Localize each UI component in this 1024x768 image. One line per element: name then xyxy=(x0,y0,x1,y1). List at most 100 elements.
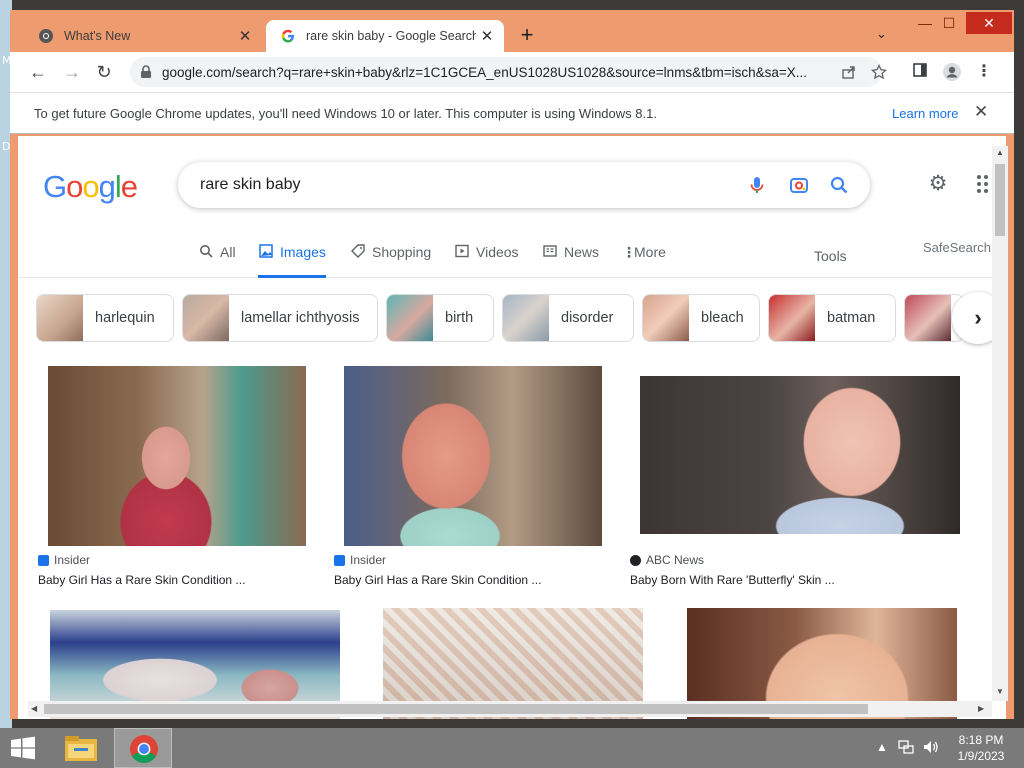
share-icon[interactable] xyxy=(840,64,858,82)
play-icon xyxy=(454,244,470,260)
chip-bleach[interactable]: bleach xyxy=(642,294,760,342)
chip-batman[interactable]: batman xyxy=(768,294,896,342)
tray-chevron-icon[interactable]: ▲ xyxy=(876,740,888,754)
start-button[interactable] xyxy=(8,728,42,768)
tab-label: News xyxy=(564,244,600,260)
safesearch-button[interactable]: SafeSearch xyxy=(923,240,991,255)
chip-label: harlequin xyxy=(95,310,155,326)
result-caption[interactable]: Baby Girl Has a Rare Skin Condition ... xyxy=(334,573,541,587)
result-image[interactable] xyxy=(48,366,306,546)
search-query[interactable]: rare skin baby xyxy=(200,176,301,194)
tab-google-search[interactable]: rare skin baby - Google Search ✕ xyxy=(266,20,504,52)
tab-title: What's New xyxy=(64,29,131,43)
source-name: Insider xyxy=(350,553,387,567)
horizontal-scroll-thumb[interactable] xyxy=(44,704,868,714)
lens-camera-icon[interactable] xyxy=(788,174,810,196)
chip-label: disorder xyxy=(561,310,614,326)
file-explorer-taskbar-button[interactable] xyxy=(60,728,102,768)
browser-toolbar: ← → ↻ google.com/search?q=rare+skin+baby… xyxy=(10,52,1014,92)
maximize-button[interactable]: ☐ xyxy=(936,12,962,34)
new-tab-button[interactable]: + xyxy=(516,24,538,46)
result-source[interactable]: Insider xyxy=(334,553,386,567)
chrome-window: What's New ✕ rare skin baby - Google Sea… xyxy=(10,10,1014,719)
side-panel-icon[interactable] xyxy=(910,62,930,82)
tab-images[interactable]: Images xyxy=(258,244,326,278)
result-caption[interactable]: Baby Girl Has a Rare Skin Condition ... xyxy=(38,573,245,587)
minimize-button[interactable]: — xyxy=(912,12,938,34)
settings-gear-icon[interactable]: ⚙ xyxy=(926,172,950,196)
tab-all[interactable]: All xyxy=(198,244,236,278)
vertical-scrollbar[interactable]: ▲ ▼ xyxy=(992,146,1008,701)
scroll-up-arrow[interactable]: ▲ xyxy=(996,148,1004,157)
horizontal-scrollbar[interactable]: ◀ ▶ xyxy=(28,701,992,717)
tab-shopping[interactable]: Shopping xyxy=(350,244,431,278)
search-type-tabs: All Images Shopping Videos News ⋮ More T… xyxy=(18,234,1006,278)
learn-more-link[interactable]: Learn more xyxy=(892,106,958,121)
result-image[interactable] xyxy=(640,376,960,534)
back-button[interactable]: ← xyxy=(26,60,50,84)
source-name: ABC News xyxy=(646,553,705,567)
google-logo[interactable]: Google xyxy=(43,169,138,205)
forward-button[interactable]: → xyxy=(60,60,84,84)
tab-title: rare skin baby - Google Search xyxy=(306,29,476,43)
infobar-message: To get future Google Chrome updates, you… xyxy=(34,106,657,121)
chip-lamellar-ichthyosis[interactable]: lamellar ichthyosis xyxy=(182,294,378,342)
chip-thumbnail xyxy=(503,295,549,341)
related-searches-chips: harlequin lamellar ichthyosis birth diso… xyxy=(18,292,1006,344)
address-bar[interactable]: google.com/search?q=rare+skin+baby&rlz=1… xyxy=(130,57,888,87)
reload-button[interactable]: ↻ xyxy=(92,60,116,84)
bookmark-star-icon[interactable] xyxy=(870,63,888,82)
chip-disorder[interactable]: disorder xyxy=(502,294,634,342)
chip-label: batman xyxy=(827,310,876,326)
chip-thumbnail xyxy=(37,295,83,341)
lock-icon xyxy=(140,65,152,79)
clock-time: 8:18 PM xyxy=(958,733,1004,747)
search-box[interactable]: rare skin baby xyxy=(178,162,870,208)
tools-button[interactable]: Tools xyxy=(814,248,847,264)
volume-icon[interactable] xyxy=(922,738,940,759)
chrome-taskbar-button[interactable] xyxy=(114,728,172,768)
microphone-icon[interactable] xyxy=(746,174,768,196)
system-clock[interactable]: 8:18 PM 1/9/2023 xyxy=(948,732,1014,764)
url-text[interactable]: google.com/search?q=rare+skin+baby&rlz=1… xyxy=(162,65,822,80)
tab-whats-new[interactable]: What's New ✕ xyxy=(24,20,262,52)
infobar-close-icon[interactable]: ✕ xyxy=(974,102,988,122)
source-name: Insider xyxy=(54,553,91,567)
tag-icon xyxy=(350,244,366,260)
chip-thumbnail xyxy=(905,295,951,341)
close-tab-icon[interactable]: ✕ xyxy=(234,27,256,45)
chrome-menu-icon[interactable]: ⋮ xyxy=(974,62,994,82)
network-icon[interactable] xyxy=(898,738,914,759)
chip-thumbnail xyxy=(643,295,689,341)
google-g-icon xyxy=(280,28,296,44)
tab-news[interactable]: News xyxy=(542,244,599,278)
google-images-page: Google rare skin baby ⚙ All Images Shopp… xyxy=(18,136,1006,719)
google-apps-icon[interactable] xyxy=(976,174,990,194)
source-favicon-icon xyxy=(630,554,641,566)
tab-label: Videos xyxy=(476,244,519,260)
close-window-button[interactable]: ✕ xyxy=(966,12,1012,34)
result-image[interactable] xyxy=(344,366,602,546)
profile-avatar-icon[interactable] xyxy=(942,62,962,82)
vertical-scroll-thumb[interactable] xyxy=(995,164,1005,236)
result-source[interactable]: ABC News xyxy=(630,553,704,567)
close-tab-icon[interactable]: ✕ xyxy=(476,27,498,45)
chip-harlequin[interactable]: harlequin xyxy=(36,294,174,342)
scroll-left-arrow[interactable]: ◀ xyxy=(31,704,37,713)
source-favicon-icon xyxy=(334,554,345,566)
result-caption[interactable]: Baby Born With Rare 'Butterfly' Skin ... xyxy=(630,573,835,587)
scroll-right-arrow[interactable]: ▶ xyxy=(978,704,984,713)
search-icon xyxy=(198,244,214,260)
chip-birth[interactable]: birth xyxy=(386,294,494,342)
more-icon: ⋮ xyxy=(622,244,636,260)
search-icon[interactable] xyxy=(828,174,850,196)
logo-letter: e xyxy=(120,169,138,204)
tab-more[interactable]: ⋮ More xyxy=(622,244,666,278)
chip-thumbnail xyxy=(387,295,433,341)
tab-videos[interactable]: Videos xyxy=(454,244,519,278)
scroll-down-arrow[interactable]: ▼ xyxy=(996,687,1004,696)
result-source[interactable]: Insider xyxy=(38,553,90,567)
tab-search-button[interactable]: ⌄ xyxy=(876,26,887,42)
clock-date: 1/9/2023 xyxy=(957,749,1005,763)
image-icon xyxy=(258,244,274,260)
